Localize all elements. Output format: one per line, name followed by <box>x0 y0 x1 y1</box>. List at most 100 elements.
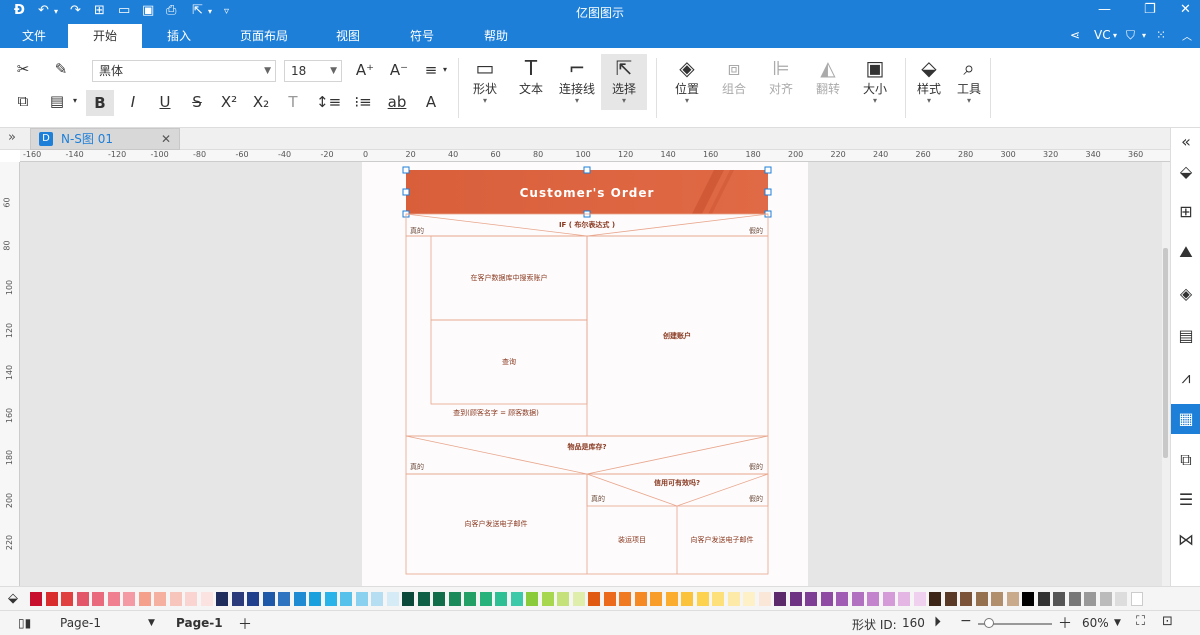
color-swatch[interactable] <box>603 592 616 606</box>
subscript-icon[interactable]: X₂ <box>250 93 272 111</box>
color-swatch[interactable] <box>386 592 399 606</box>
color-swatch[interactable] <box>216 592 228 606</box>
color-swatch[interactable] <box>991 592 1003 606</box>
theme-icon[interactable]: ⛉ <box>1126 28 1135 43</box>
select-button[interactable]: ⇱ 选择 ▾ <box>601 54 647 110</box>
connector-button[interactable]: ⌐ 连接线 ▾ <box>554 54 600 110</box>
page-icon[interactable]: ▤ <box>1171 326 1200 345</box>
color-swatch[interactable] <box>1006 592 1019 606</box>
decrease-font-icon[interactable]: A⁻ <box>388 61 410 79</box>
outline-icon[interactable]: ☰ <box>1171 490 1200 509</box>
zoom-out-icon[interactable]: − <box>960 613 972 629</box>
color-swatch[interactable] <box>619 592 631 606</box>
share-icon[interactable]: ⋖ <box>1070 28 1080 42</box>
color-swatch[interactable] <box>1099 592 1112 606</box>
table-icon[interactable]: ▦ <box>1171 404 1200 434</box>
fill-bucket-icon[interactable]: ⬙ <box>8 591 18 606</box>
zoom-in-icon[interactable]: ＋ <box>1058 613 1072 633</box>
color-swatch[interactable] <box>572 592 585 606</box>
color-swatch[interactable] <box>526 592 538 606</box>
color-swatch[interactable] <box>774 592 786 606</box>
color-swatch[interactable] <box>340 592 352 606</box>
tab-home[interactable]: 开始 <box>68 24 142 48</box>
color-swatch[interactable] <box>200 592 213 606</box>
zoom-level[interactable]: 60% <box>1082 616 1109 630</box>
text-highlight-icon[interactable]: A <box>420 93 442 111</box>
tab-help[interactable]: 帮助 <box>470 24 522 48</box>
color-swatch[interactable] <box>402 592 414 606</box>
color-swatch[interactable] <box>138 592 151 606</box>
theme-dropdown-icon[interactable]: ▾ <box>1142 31 1146 40</box>
color-swatch[interactable] <box>696 592 709 606</box>
increase-font-icon[interactable]: A⁺ <box>354 61 376 79</box>
color-swatch[interactable] <box>154 592 166 606</box>
color-swatch[interactable] <box>123 592 135 606</box>
align-dropdown-icon[interactable]: ▾ <box>434 65 456 74</box>
layout-icon[interactable]: ⧉ <box>1171 450 1200 470</box>
color-swatch[interactable] <box>758 592 771 606</box>
color-swatch[interactable] <box>851 592 864 606</box>
color-swatch[interactable] <box>448 592 461 606</box>
ns-diagram[interactable]: Customer's Order IF (布尔表达式) 真的 假的 在客户数… <box>362 162 808 586</box>
group-button[interactable]: ⧈ 组合 <box>711 54 757 110</box>
tools-button[interactable]: ⌕ 工具 ▾ <box>946 54 992 110</box>
color-swatch[interactable] <box>588 592 600 606</box>
page-tab[interactable]: Page-1 <box>176 616 223 630</box>
grid-icon[interactable]: ⊞ <box>1171 202 1200 221</box>
close-tab-icon[interactable]: ✕ <box>161 129 171 149</box>
font-color-icon[interactable]: ab <box>386 93 408 111</box>
expand-library-icon[interactable]: » <box>8 130 16 145</box>
chevron-down-icon[interactable]: ▼ <box>148 618 155 628</box>
color-swatch[interactable] <box>293 592 306 606</box>
size-button[interactable]: ▣ 大小 ▾ <box>852 54 898 110</box>
color-swatch[interactable] <box>789 592 802 606</box>
color-swatch[interactable] <box>371 592 383 606</box>
color-swatch[interactable] <box>231 592 244 606</box>
color-swatch[interactable] <box>867 592 879 606</box>
color-swatch[interactable] <box>169 592 182 606</box>
zoom-slider-thumb[interactable] <box>984 618 994 628</box>
flip-button[interactable]: ◭ 翻转 <box>805 54 851 110</box>
color-swatch[interactable] <box>479 592 492 606</box>
color-swatch[interactable] <box>107 592 120 606</box>
color-swatch[interactable] <box>45 592 58 606</box>
color-swatch[interactable] <box>541 592 554 606</box>
color-swatch[interactable] <box>1037 592 1050 606</box>
color-swatch[interactable] <box>185 592 197 606</box>
color-swatch[interactable] <box>1084 592 1096 606</box>
restore-icon[interactable]: ❐ <box>1144 2 1156 17</box>
format-painter-icon[interactable]: ✎ <box>50 60 72 78</box>
color-swatch[interactable] <box>898 592 910 606</box>
vertical-scrollbar[interactable] <box>1162 162 1170 586</box>
color-swatch[interactable] <box>960 592 972 606</box>
color-swatch[interactable] <box>743 592 755 606</box>
bullet-list-icon[interactable]: ⁝≡ <box>352 93 374 111</box>
color-swatch[interactable] <box>1115 592 1127 606</box>
chart-icon[interactable]: ⩘ <box>1171 368 1200 388</box>
fill-icon[interactable]: ⬙ <box>1171 162 1200 181</box>
text-button[interactable]: T 文本 <box>508 54 554 110</box>
color-swatch[interactable] <box>92 592 104 606</box>
color-swatch[interactable] <box>634 592 647 606</box>
mindmap-icon[interactable]: ⋈ <box>1171 530 1200 549</box>
page-panel-icon[interactable]: ▯▮ <box>18 616 31 630</box>
collapse-ribbon-icon[interactable]: ︿ <box>1182 28 1192 43</box>
color-swatch[interactable] <box>882 592 895 606</box>
color-swatch[interactable] <box>417 592 430 606</box>
close-icon[interactable]: ✕ <box>1180 2 1191 17</box>
page-selector[interactable]: Page-1 <box>60 616 101 630</box>
align-button[interactable]: ⊫ 对齐 <box>758 54 804 110</box>
color-swatch[interactable] <box>247 592 259 606</box>
position-button[interactable]: ◈ 位置 ▾ <box>664 54 710 110</box>
superscript-icon[interactable]: X² <box>218 93 240 111</box>
document-tab[interactable]: D N-S图 01 ✕ <box>30 128 180 150</box>
color-swatch[interactable] <box>278 592 290 606</box>
color-swatch[interactable] <box>1130 592 1143 606</box>
copy-icon[interactable]: ⧉ <box>12 92 34 110</box>
tab-page-layout[interactable]: 页面布局 <box>228 24 300 48</box>
color-swatch[interactable] <box>712 592 724 606</box>
user-dropdown-icon[interactable]: ▾ <box>1113 31 1117 40</box>
color-swatch[interactable] <box>76 592 89 606</box>
color-swatch[interactable] <box>495 592 507 606</box>
image-icon[interactable]: ⛰ <box>1171 242 1200 262</box>
